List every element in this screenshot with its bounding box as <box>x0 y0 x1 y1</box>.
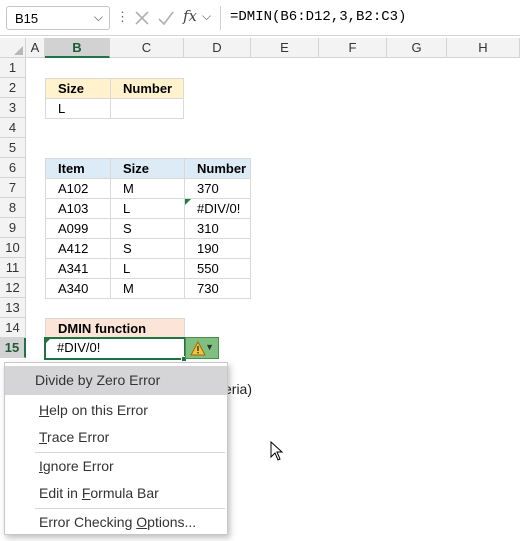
error-options-menu: Divide by Zero Error Help on this Error … <box>4 362 228 535</box>
menu-item-text: elp on this Error <box>49 402 148 418</box>
menu-item-edit-in-formula-bar[interactable]: Edit in Formula Bar <box>5 480 227 506</box>
table-cell[interactable]: 310 <box>184 218 251 239</box>
mouse-pointer-icon <box>270 440 284 461</box>
row-header-9[interactable]: 9 <box>0 218 26 238</box>
row-header-6[interactable]: 6 <box>0 158 26 178</box>
select-all-button[interactable] <box>0 38 26 58</box>
table-cell[interactable]: A099 <box>45 218 111 239</box>
table-cell[interactable]: 550 <box>184 258 251 279</box>
menu-item-text: Error Checking <box>39 514 137 530</box>
table-cell[interactable]: A340 <box>45 278 111 299</box>
table-cell[interactable]: 190 <box>184 238 251 259</box>
menu-item-text: ptions... <box>147 514 197 530</box>
table-cell[interactable]: L <box>110 258 185 279</box>
formula-input[interactable]: =DMIN(B6:D12,3,B2:C3) <box>230 9 406 25</box>
menu-item-error-checking-options[interactable]: Error Checking Options... <box>5 509 227 535</box>
column-header-f[interactable]: F <box>319 38 387 58</box>
table-cell[interactable]: A412 <box>45 238 111 259</box>
table-cell[interactable]: M <box>110 278 185 299</box>
row-header-10[interactable]: 10 <box>0 238 26 258</box>
row-header-2[interactable]: 2 <box>0 78 26 98</box>
criteria-header-size[interactable]: Size <box>45 78 111 99</box>
table-cell[interactable]: M <box>110 178 185 199</box>
cancel-icon[interactable] <box>132 7 152 29</box>
table-cell-error[interactable]: #DIV/0! <box>184 198 251 219</box>
row-header-5[interactable]: 5 <box>0 138 26 158</box>
table-cell-error-value: #DIV/0! <box>197 201 241 216</box>
obscured-cell-text: eria) <box>224 381 253 397</box>
chevron-down-icon[interactable]: ⌵ <box>94 10 103 25</box>
table-cell[interactable]: A341 <box>45 258 111 279</box>
column-header-b[interactable]: B <box>45 38 110 58</box>
select-all-icon <box>14 46 23 55</box>
formula-bar-divider <box>220 6 221 30</box>
table-cell[interactable]: A102 <box>45 178 111 199</box>
table-cell[interactable]: A103 <box>45 198 111 219</box>
table-cell[interactable]: L <box>110 198 185 219</box>
chevron-down-icon: ▼ <box>205 342 214 352</box>
menu-item-text: ormula Bar <box>90 485 159 501</box>
table-cell[interactable]: 730 <box>184 278 251 299</box>
menu-item-ignore-error[interactable]: Ignore Error <box>5 453 227 479</box>
menu-item-help-on-this-error[interactable]: Help on this Error <box>5 397 227 423</box>
column-header-d[interactable]: D <box>184 38 251 58</box>
menu-title: Divide by Zero Error <box>5 366 227 395</box>
criteria-header-number[interactable]: Number <box>110 78 184 99</box>
row-header-4[interactable]: 4 <box>0 118 26 138</box>
column-header-g[interactable]: G <box>387 38 447 58</box>
row-header-3[interactable]: 3 <box>0 98 26 118</box>
criteria-cell-number[interactable] <box>110 98 184 119</box>
row-header-11[interactable]: 11 <box>0 258 26 278</box>
row-header-8[interactable]: 8 <box>0 198 26 218</box>
name-box[interactable]: B15 ⌵ <box>6 6 110 30</box>
column-header-h[interactable]: H <box>447 38 520 58</box>
insert-function-icon[interactable]: fx <box>183 7 197 25</box>
row-header-1[interactable]: 1 <box>0 58 26 78</box>
enter-check-icon[interactable] <box>156 7 176 29</box>
menu-item-accelerator: O <box>136 514 148 530</box>
menu-item-trace-error[interactable]: Trace Error <box>5 424 227 450</box>
table-cell[interactable]: 370 <box>184 178 251 199</box>
warning-icon <box>190 340 206 356</box>
table-header-item[interactable]: Item <box>45 158 111 179</box>
menu-item-accelerator: T <box>39 429 48 445</box>
row-header-14[interactable]: 14 <box>0 318 26 338</box>
column-header-a[interactable]: A <box>26 38 45 58</box>
table-header-size[interactable]: Size <box>110 158 185 179</box>
menu-item-accelerator: H <box>39 402 50 418</box>
menu-item-text: race Error <box>47 429 110 445</box>
table-header-number[interactable]: Number <box>184 158 251 179</box>
error-options-button[interactable]: ▼ <box>185 337 219 359</box>
chevron-down-icon[interactable]: ⌵ <box>202 9 211 24</box>
menu-item-text: gnore Error <box>42 458 114 474</box>
table-cell[interactable]: S <box>110 238 185 259</box>
menu-item-text: Edit in <box>39 485 82 501</box>
row-header-13[interactable]: 13 <box>0 298 26 318</box>
row-header-12[interactable]: 12 <box>0 278 26 298</box>
error-indicator-icon <box>185 199 191 205</box>
table-cell[interactable]: S <box>110 218 185 239</box>
active-cell-border <box>44 337 186 360</box>
column-header-c[interactable]: C <box>110 38 184 58</box>
dmin-header[interactable]: DMIN function <box>45 318 185 339</box>
column-header-e[interactable]: E <box>251 38 319 58</box>
row-header-15[interactable]: 15 <box>0 338 26 358</box>
formula-bar: B15 ⌵ ⋮ fx ⌵ =DMIN(B6:D12,3,B2:C3) <box>0 0 520 36</box>
criteria-cell-size[interactable]: L <box>45 98 111 119</box>
more-options-icon[interactable]: ⋮ <box>116 9 129 25</box>
row-header-7[interactable]: 7 <box>0 178 26 198</box>
name-box-value: B15 <box>15 11 39 26</box>
